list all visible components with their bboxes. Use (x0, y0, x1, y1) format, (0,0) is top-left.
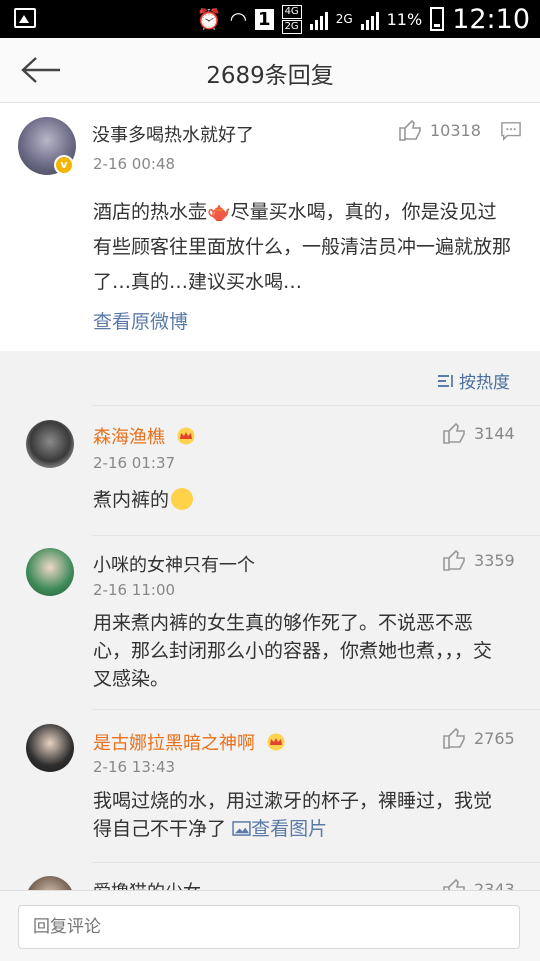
crown-badge-icon (267, 733, 285, 751)
divider (92, 709, 540, 710)
original-comment: v 没事多喝热水就好了 2-16 00:48 10318 酒店的热水壶🫖尽量买水… (0, 103, 540, 351)
thumbs-up-icon (443, 422, 465, 444)
like-count: 3359 (474, 550, 515, 570)
clock: 12:10 (452, 3, 530, 35)
alarm-icon: ⏰ (196, 7, 222, 31)
crown-badge-icon (177, 427, 195, 445)
username[interactable]: 没事多喝热水就好了 (92, 121, 254, 147)
network-2g-label: 2G (281, 19, 302, 34)
like-count: 2765 (474, 728, 515, 748)
comment-text: 煮内裤的 (93, 483, 194, 518)
like-button[interactable]: 2765 (442, 727, 515, 749)
reply-bar (0, 890, 540, 961)
comment-icon[interactable] (500, 121, 522, 141)
status-icons: ⏰ ◠ 1 4G 2G 2G 11% 12:10 (197, 0, 530, 38)
view-original-weibo-link[interactable]: 查看原微博 (93, 307, 188, 334)
divider (92, 862, 540, 863)
thumbs-up-icon (399, 119, 421, 141)
network-box: 4G 2G (281, 4, 302, 34)
comment-text: 用来煮内裤的女生真的够作死了。不说恶不恶心，那么封闭那么小的容器，你煮她也煮，，… (93, 612, 493, 690)
view-image-label: 查看图片 (251, 818, 328, 840)
divider (92, 405, 540, 406)
network-type-label: 2G (335, 12, 353, 26)
image-icon (232, 821, 251, 836)
sort-by-hot-button[interactable]: 按热度 (437, 368, 510, 393)
like-button[interactable]: 10318 (398, 119, 481, 141)
comment-text: 我喝过烧的水，用过漱牙的杯子，裸睡过，我觉得自己不干净了 查看图片 (93, 787, 503, 843)
avatar[interactable] (26, 548, 74, 596)
battery-percent: 11% (386, 9, 423, 29)
username-text: 森海渔樵 (93, 427, 165, 448)
username[interactable]: 小咪的女神只有一个 (93, 551, 255, 577)
sort-icon (438, 374, 453, 387)
page-title: 2689条回复 (206, 63, 334, 89)
network-4g-label: 4G (281, 4, 302, 19)
username[interactable]: 是古娜拉黑暗之神啊 (93, 729, 287, 755)
timestamp: 2-16 01:37 (93, 454, 176, 472)
signal-icon (309, 8, 328, 30)
comment-text: 酒店的热水壶🫖尽量买水喝，真的，你是没见过有些顾客往里面放什么，一般清洁员冲一遍… (93, 201, 512, 293)
verified-badge-icon: v (54, 155, 74, 175)
comment-text-content: 煮内裤的 (93, 489, 170, 511)
sim-badge: 1 (255, 8, 274, 30)
status-bar: ⏰ ◠ 1 4G 2G 2G 11% 12:10 (0, 0, 540, 38)
wifi-icon: ◠ (229, 7, 248, 31)
like-button[interactable]: 3144 (442, 422, 515, 444)
thumbs-up-icon (443, 549, 465, 571)
username-text: 是古娜拉黑暗之神啊 (93, 733, 255, 754)
sort-label: 按热度 (459, 373, 510, 393)
divider (92, 535, 540, 536)
gallery-icon (14, 8, 36, 28)
view-image-link[interactable]: 查看图片 (232, 818, 327, 840)
battery-icon (430, 7, 445, 31)
dizzy-face-emoji-icon (171, 488, 194, 510)
thumbs-up-icon (443, 727, 465, 749)
timestamp: 2-16 00:48 (93, 155, 176, 173)
timestamp: 2-16 13:43 (93, 758, 176, 776)
avatar[interactable] (26, 420, 74, 468)
like-count: 3144 (474, 423, 515, 443)
top-nav: 2689条回复 (0, 38, 540, 103)
reply-input[interactable] (19, 906, 519, 948)
avatar[interactable] (26, 724, 74, 772)
username[interactable]: 森海渔樵 (93, 423, 197, 449)
reply-box[interactable] (18, 905, 520, 949)
like-button[interactable]: 3359 (442, 549, 515, 571)
timestamp: 2-16 11:00 (93, 581, 176, 599)
signal-icon-2 (360, 8, 379, 30)
like-count: 10318 (430, 120, 481, 140)
